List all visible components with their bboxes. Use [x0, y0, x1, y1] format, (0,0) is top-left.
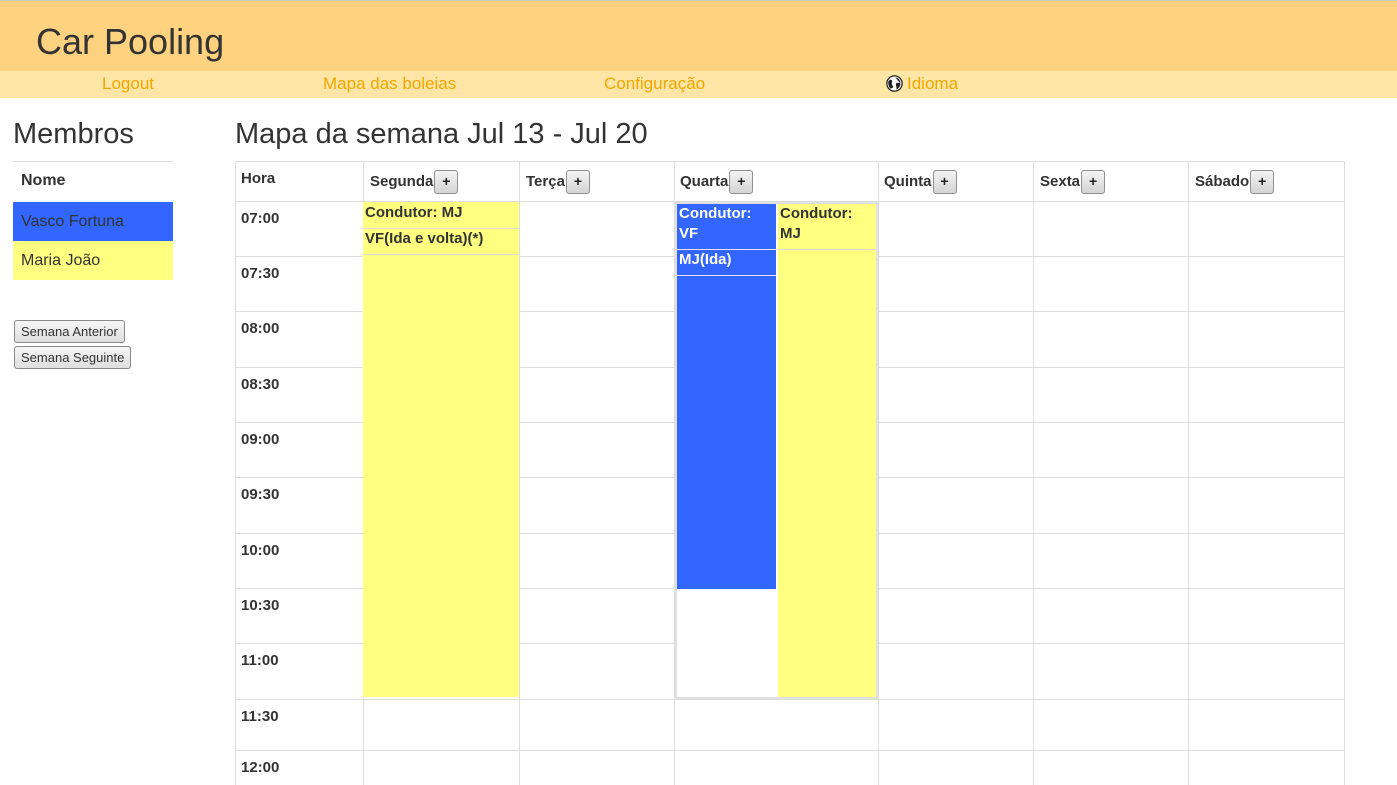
week-title: Mapa da semana Jul 13 - Jul 20 [235, 118, 648, 150]
day-label: Quinta [884, 173, 932, 190]
grid-line [235, 750, 1345, 751]
ride-passenger-label: VF(Ida e volta)(*) [365, 230, 484, 247]
members-title: Membros [13, 118, 134, 150]
grid-line [1033, 161, 1034, 785]
time-label: 10:30 [241, 597, 280, 614]
day-header-saturday: Sábado + [1195, 168, 1275, 195]
globe-icon [886, 75, 903, 92]
grid-line [1188, 161, 1189, 785]
add-ride-button-saturday[interactable]: + [1250, 169, 1275, 194]
day-header-wednesday: Quarta + [680, 168, 754, 195]
time-label: 12:00 [241, 759, 280, 776]
add-ride-button-friday[interactable]: + [1081, 169, 1106, 194]
nav-language[interactable]: Idioma [886, 74, 958, 94]
day-label: Terça [526, 173, 565, 190]
ride-block-wednesday-mj[interactable]: Condutor: MJ [778, 204, 876, 697]
ride-container-wednesday: Condutor: VF MJ(Ida) Condutor: MJ [675, 202, 878, 699]
next-week-button[interactable]: Semana Seguinte [14, 346, 132, 369]
nav-language-label: Idioma [907, 74, 959, 93]
grid-line [235, 161, 1345, 162]
day-header-tuesday: Terça + [526, 168, 590, 195]
add-ride-button-monday[interactable]: + [434, 169, 459, 194]
nav-settings[interactable]: Configuração [604, 74, 705, 94]
member-row-maria: Maria João [13, 241, 173, 280]
time-label: 08:30 [241, 376, 280, 393]
nav-rides-map[interactable]: Mapa das boleias [323, 74, 456, 94]
grid-line [235, 161, 236, 785]
ride-separator [363, 254, 519, 255]
ride-driver-label: Condutor: MJ [365, 204, 463, 221]
grid-line [878, 161, 879, 785]
time-label: 07:00 [241, 210, 280, 227]
ride-separator [677, 275, 776, 276]
grid-line [1344, 161, 1345, 785]
day-label: Sábado [1195, 173, 1250, 190]
day-header-friday: Sexta + [1040, 168, 1106, 195]
nav-bar: Logout Mapa das boleias Configuração Idi… [0, 71, 1397, 98]
time-label: 11:00 [241, 652, 279, 669]
day-header-monday: Segunda + [370, 168, 459, 195]
time-label: 07:30 [241, 265, 280, 282]
previous-week-button[interactable]: Semana Anterior [14, 320, 125, 343]
add-ride-button-thursday[interactable]: + [932, 169, 957, 194]
ride-block-wednesday-vf[interactable]: Condutor: VF MJ(Ida) [677, 204, 776, 589]
day-label: Quarta [680, 173, 729, 190]
grid-line [519, 161, 520, 785]
day-label: Sexta [1040, 173, 1081, 190]
day-label: Segunda [370, 173, 434, 190]
day-header-thursday: Quinta + [884, 168, 957, 195]
time-label: 09:30 [241, 486, 280, 503]
ride-block-monday[interactable]: Condutor: MJ VF(Ida e volta)(*) [363, 202, 519, 697]
app-title: Car Pooling [36, 21, 225, 62]
ride-separator [778, 249, 876, 250]
time-label: 09:00 [241, 431, 280, 448]
grid-line [235, 699, 1345, 700]
add-ride-button-wednesday[interactable]: + [729, 169, 754, 194]
ride-driver-label: Condutor: MJ [780, 205, 853, 242]
hour-column-header: Hora [241, 170, 276, 187]
ride-driver-label: Condutor: VF [679, 205, 752, 242]
members-table: Nome Vasco Fortuna Maria João [13, 161, 173, 280]
nav-logout[interactable]: Logout [102, 74, 154, 94]
member-row-vasco: Vasco Fortuna [13, 202, 173, 241]
members-column-header: Nome [21, 172, 66, 189]
time-label: 11:30 [241, 708, 279, 725]
time-label: 08:00 [241, 320, 280, 337]
schedule-grid: Hora Segunda + Terça + Quarta + Quinta +… [235, 161, 1345, 785]
ride-passenger-label: MJ(Ida) [679, 251, 732, 268]
header-bar: Car Pooling [0, 0, 1397, 71]
add-ride-button-tuesday[interactable]: + [565, 169, 590, 194]
time-label: 10:00 [241, 542, 280, 559]
